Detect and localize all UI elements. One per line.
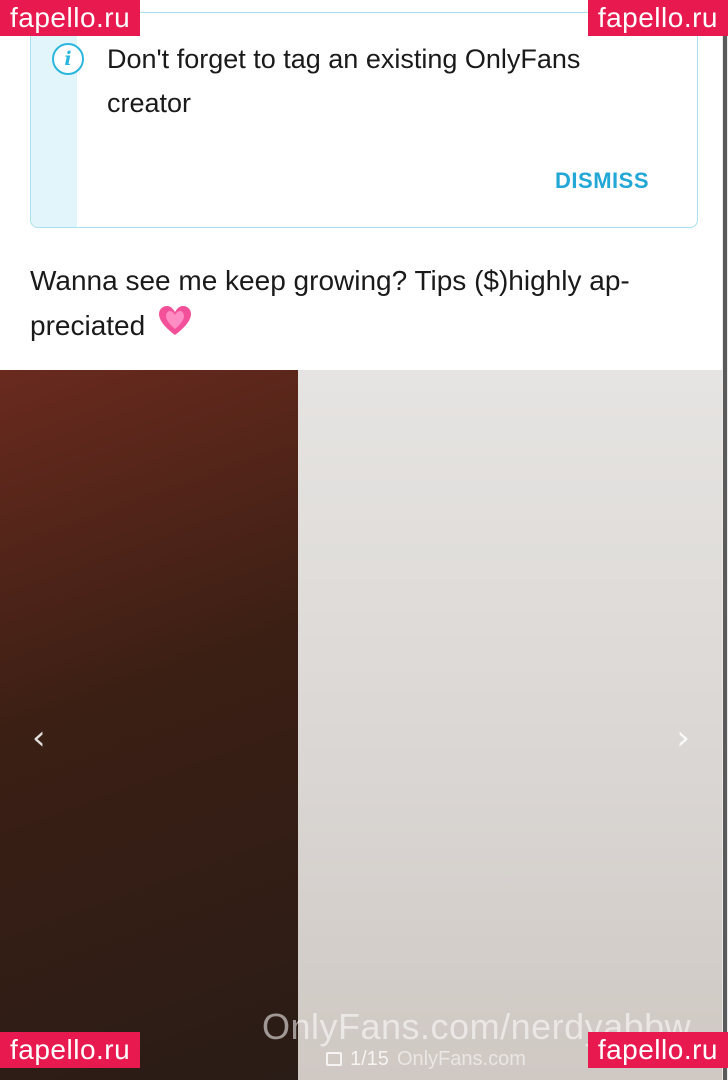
gallery-photo-right[interactable] (298, 370, 722, 1080)
site-watermark-top-right: fapello.ru (587, 0, 728, 36)
scrollbar-thumb[interactable] (723, 0, 727, 1080)
site-watermark-bottom-right: fapello.ru (587, 1032, 728, 1068)
post-caption-text: Wanna see me keep growing? Tips ($)highl… (30, 265, 630, 341)
growing-heart-icon (157, 305, 193, 350)
media-gallery[interactable]: ‹ › OnlyFans.com/nerdyabbw 1/15 OnlyFans… (0, 370, 722, 1080)
notice-message: Don't forget to tag an existing OnlyFans… (107, 44, 581, 118)
image-icon (326, 1052, 342, 1066)
scrollbar[interactable] (722, 0, 728, 1080)
gallery-counter-text: 1/15 (350, 1047, 389, 1070)
dismiss-button[interactable]: DISMISS (555, 168, 649, 194)
gallery-counter-suffix: OnlyFans.com (396, 1047, 526, 1070)
tag-creator-notice: i Don't forget to tag an existing OnlyFa… (30, 12, 698, 228)
chevron-right-icon[interactable]: › (676, 718, 690, 758)
site-watermark-bottom-left: fapello.ru (0, 1032, 141, 1068)
post-caption: Wanna see me keep growing? Tips ($)highl… (30, 258, 690, 350)
info-icon: i (52, 43, 84, 75)
gallery-counter: 1/15 OnlyFans.com (326, 1042, 526, 1076)
site-watermark-top-left: fapello.ru (0, 0, 141, 36)
chevron-left-icon[interactable]: ‹ (32, 718, 46, 758)
